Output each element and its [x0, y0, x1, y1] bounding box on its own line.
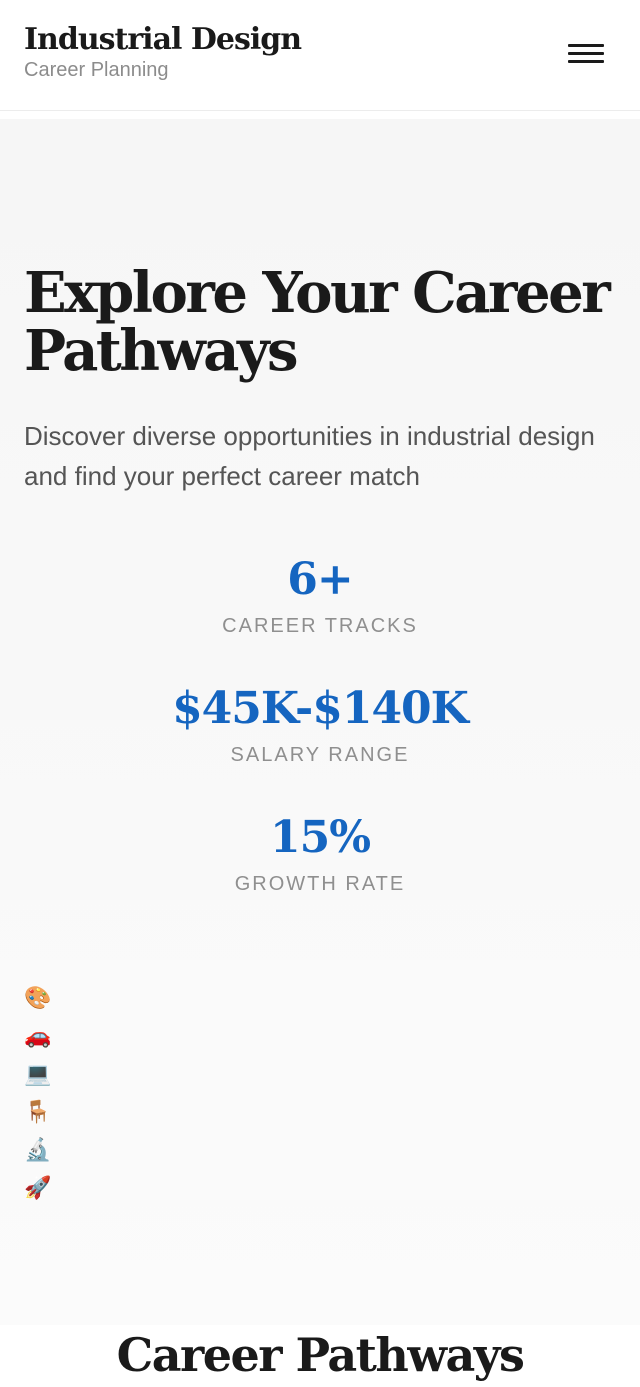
stat-label: GROWTH RATE — [234, 873, 406, 895]
stat-growth-rate: 15% GROWTH RATE — [0, 812, 640, 896]
brand-subtitle: Career Planning — [24, 59, 169, 81]
hero-title: Explore Your Career Pathways — [24, 260, 611, 384]
laptop-icon: 💻 — [24, 1061, 52, 1086]
brand-title: Industrial Design — [24, 22, 302, 57]
menu-line — [568, 44, 604, 47]
palette-icon: 🎨 — [24, 985, 52, 1010]
menu-line — [568, 60, 604, 63]
menu-line — [568, 52, 604, 55]
header-divider — [0, 111, 640, 119]
microscope-icon: 🔬 — [24, 1137, 52, 1162]
hero-description: Discover diverse opportunities in indust… — [24, 421, 595, 491]
stat-value: 6+ — [287, 554, 353, 605]
car-icon: 🚗 — [24, 1023, 52, 1048]
stat-label: SALARY RANGE — [230, 744, 410, 766]
stat-value: 15% — [269, 812, 371, 863]
stat-salary-range: $45K-$140K SALARY RANGE — [0, 683, 640, 767]
chair-icon: 🪑 — [24, 1099, 52, 1124]
stat-career-tracks: 6+ CAREER TRACKS — [0, 554, 640, 638]
site-header: Industrial Design Career Planning — [0, 0, 640, 111]
floating-icons: 🎨 🚗 💻 🪑 🔬 🚀 — [24, 984, 64, 1212]
brand[interactable]: Industrial Design Career Planning — [24, 22, 302, 82]
stat-value: $45K-$140K — [172, 683, 469, 734]
hamburger-menu-icon[interactable] — [566, 42, 604, 70]
rocket-icon: 🚀 — [24, 1175, 52, 1200]
stat-label: CAREER TRACKS — [222, 615, 418, 637]
section-title: Career Pathways — [0, 1328, 640, 1387]
